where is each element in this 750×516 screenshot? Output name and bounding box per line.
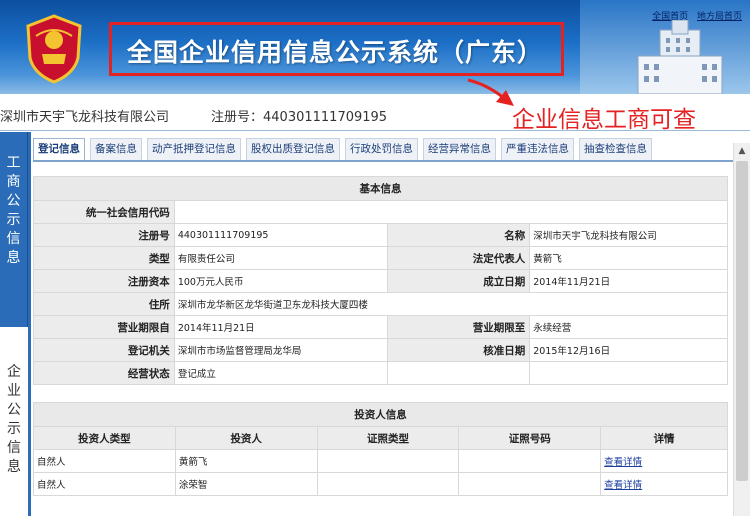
investor-table: 投资人信息 投资人类型 投资人 证照类型 证照号码 详情 自然人 黄箭飞 查看详… [33, 402, 728, 496]
tab-equity-pledge[interactable]: 股权出质登记信息 [246, 138, 340, 160]
side-strip [28, 132, 31, 516]
investor-info-title: 投资人信息 [33, 402, 728, 427]
tab-serious-violation[interactable]: 严重违法信息 [501, 138, 574, 160]
type-label: 类型 [33, 246, 175, 270]
legal-rep-label: 法定代表人 [386, 246, 531, 270]
view-detail-link[interactable]: 查看详情 [604, 457, 642, 468]
col-id-number: 证照号码 [458, 426, 602, 450]
side-tab-business-disclosure[interactable]: 工商公示信息 [0, 132, 28, 327]
view-detail-link[interactable]: 查看详情 [604, 480, 642, 491]
national-emblem-icon [26, 14, 82, 84]
table-row: 自然人 黄箭飞 查看详情 [33, 449, 728, 473]
basic-info-title: 基本信息 [33, 176, 728, 201]
investor-id-type [316, 472, 460, 496]
side-tab-enterprise-disclosure[interactable]: 企业公示信息 [0, 355, 28, 515]
divider [0, 130, 750, 131]
found-date-value: 2014年11月21日 [529, 269, 728, 293]
type-value: 有限责任公司 [173, 246, 388, 270]
approve-date-label: 核准日期 [386, 338, 531, 362]
reg-no-value: 440301111709195 [173, 223, 388, 247]
legal-rep-value: 黄箭飞 [529, 246, 728, 270]
tab-underline [33, 160, 733, 162]
annotation-text: 企业信息工商可查 [512, 107, 696, 133]
col-detail: 详情 [600, 426, 728, 450]
tab-administrative-penalty[interactable]: 行政处罚信息 [345, 138, 418, 160]
site-header: 全国企业信用信息公示系统（广东） 全国首页 地方局首页 [0, 0, 750, 94]
basic-info-table: 基本信息 统一社会信用代码 注册号 440301111709195 名称 深圳市… [33, 176, 729, 385]
col-investor-type: 投资人类型 [33, 426, 176, 450]
address-value: 深圳市龙华新区龙华街道卫东龙科技大厦四楼 [173, 292, 729, 316]
col-investor-name: 投资人 [174, 426, 318, 450]
term-to-label: 营业期限至 [386, 315, 531, 339]
registration-number: 注册号：440301111709195 [211, 110, 388, 125]
side-tab-label: 工商公示信息 [6, 155, 21, 266]
approve-date-value: 2015年12月16日 [529, 338, 728, 362]
tab-registration[interactable]: 登记信息 [33, 138, 85, 160]
site-title: 全国企业信用信息公示系统（广东） [127, 38, 544, 67]
col-id-type: 证照类型 [316, 426, 460, 450]
company-summary: 深圳市天宇飞龙科技有限公司 注册号：440301111709195 [0, 106, 387, 125]
investor-id-number [458, 472, 602, 496]
tab-spot-check[interactable]: 抽查检查信息 [579, 138, 652, 160]
vertical-scrollbar[interactable]: ▲ [733, 143, 750, 516]
credit-code-label: 统一社会信用代码 [33, 200, 175, 224]
term-to-value: 永续经营 [529, 315, 728, 339]
side-tab-label: 企业公示信息 [7, 364, 21, 475]
credit-code-value [173, 200, 729, 224]
tab-filing[interactable]: 备案信息 [90, 138, 142, 160]
scroll-up-icon[interactable]: ▲ [734, 143, 750, 159]
building-icon [637, 20, 723, 94]
capital-label: 注册资本 [33, 269, 175, 293]
address-label: 住所 [33, 292, 175, 316]
tab-bar: 登记信息 备案信息 动产抵押登记信息 股权出质登记信息 行政处罚信息 经营异常信… [33, 138, 657, 160]
authority-value: 深圳市市场监督管理局龙华局 [173, 338, 388, 362]
investor-name: 涂荣智 [174, 472, 318, 496]
status-value: 登记成立 [173, 361, 388, 385]
status-label: 经营状态 [33, 361, 175, 385]
term-from-label: 营业期限自 [33, 315, 175, 339]
investor-type: 自然人 [33, 449, 176, 473]
found-date-label: 成立日期 [386, 269, 531, 293]
name-label: 名称 [386, 223, 531, 247]
investor-id-type [316, 449, 460, 473]
capital-value: 100万元人民币 [173, 269, 388, 293]
reg-no-label: 注册号 [33, 223, 175, 247]
investor-id-number [458, 449, 602, 473]
table-row: 自然人 涂荣智 查看详情 [33, 472, 728, 496]
tab-chattel-mortgage[interactable]: 动产抵押登记信息 [147, 138, 241, 160]
scroll-thumb[interactable] [736, 161, 748, 481]
name-value: 深圳市天宇飞龙科技有限公司 [529, 223, 728, 247]
investor-name: 黄箭飞 [174, 449, 318, 473]
term-from-value: 2014年11月21日 [173, 315, 388, 339]
tab-abnormal-operation[interactable]: 经营异常信息 [423, 138, 496, 160]
investor-type: 自然人 [33, 472, 176, 496]
company-name: 深圳市天宇飞龙科技有限公司 [0, 110, 170, 125]
authority-label: 登记机关 [33, 338, 175, 362]
